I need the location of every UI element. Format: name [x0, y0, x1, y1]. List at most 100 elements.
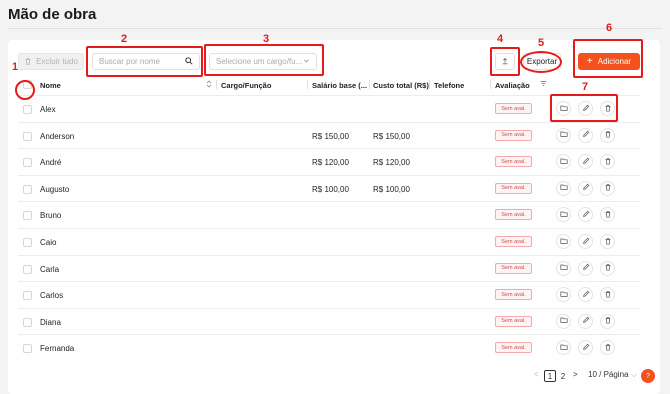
delete-button[interactable] — [600, 127, 615, 143]
edit-button[interactable] — [578, 340, 593, 356]
row-name: Carlos — [40, 291, 64, 301]
delete-button[interactable] — [600, 260, 615, 276]
row-cost: R$ 100,00 — [373, 184, 410, 194]
edit-button[interactable] — [578, 287, 593, 303]
pencil-icon — [582, 130, 590, 140]
delete-button[interactable] — [600, 234, 615, 249]
row-checkbox[interactable] — [23, 131, 32, 141]
row-checkbox[interactable] — [23, 317, 32, 327]
table-row[interactable]: Carlos Sem aval. — [18, 281, 640, 307]
delete-button[interactable] — [600, 101, 615, 116]
delete-button[interactable] — [600, 287, 615, 303]
row-checkbox[interactable] — [23, 291, 32, 301]
delete-button[interactable] — [600, 313, 615, 329]
export-button[interactable]: Exportar — [523, 53, 561, 70]
row-checkbox[interactable] — [23, 184, 32, 194]
table-row[interactable]: Diana Sem aval. — [18, 307, 640, 334]
row-salary: R$ 150,00 — [312, 131, 349, 141]
trash-icon — [604, 263, 612, 273]
help-fab-button[interactable]: ? — [641, 369, 655, 383]
trash-icon — [604, 237, 612, 247]
edit-button[interactable] — [578, 207, 593, 223]
edit-button[interactable] — [578, 127, 593, 143]
chevron-down-icon: ⌵ — [630, 370, 637, 379]
folder-button[interactable] — [556, 154, 571, 170]
next-page-button[interactable]: > — [573, 370, 578, 379]
column-header-name[interactable]: Nome — [40, 81, 61, 90]
row-checkbox[interactable] — [23, 158, 32, 168]
folder-button[interactable] — [556, 313, 571, 329]
row-checkbox[interactable] — [23, 105, 32, 114]
row-checkbox[interactable] — [23, 211, 32, 221]
filter-icon[interactable] — [540, 80, 547, 89]
header-checkbox[interactable] — [23, 80, 32, 89]
table-row[interactable]: Carla Sem aval. — [18, 254, 640, 281]
table-row[interactable]: Anderson R$ 150,00 R$ 150,00 Sem aval. — [18, 121, 640, 148]
page-size-select[interactable]: 10 / Página ⌵ — [588, 370, 637, 380]
delete-button[interactable] — [600, 340, 615, 356]
folder-button[interactable] — [556, 127, 571, 143]
delete-all-button[interactable]: Excluir tudo — [18, 53, 84, 70]
folder-button[interactable] — [556, 340, 571, 356]
annotation-number-6: 6 — [606, 22, 613, 34]
table-row[interactable]: Caio Sem aval. — [18, 228, 640, 254]
edit-button[interactable] — [578, 313, 593, 329]
delete-button[interactable] — [600, 207, 615, 223]
column-separator — [429, 80, 430, 89]
edit-button[interactable] — [578, 154, 593, 170]
row-name: Diana — [40, 317, 61, 327]
row-checkbox[interactable] — [23, 238, 32, 247]
title-divider — [8, 28, 662, 29]
delete-button[interactable] — [600, 180, 615, 196]
sort-icon[interactable] — [206, 79, 212, 91]
annotation-number-7: 7 — [582, 81, 589, 93]
pencil-icon — [582, 316, 590, 326]
folder-button[interactable] — [556, 101, 571, 116]
column-separator — [216, 80, 217, 89]
row-salary: R$ 100,00 — [312, 184, 349, 194]
trash-icon — [604, 316, 612, 326]
table-row[interactable]: Bruno Sem aval. — [18, 201, 640, 227]
page-1-button[interactable]: 1 — [544, 370, 556, 382]
role-select[interactable]: Selecione um cargo/fu... — [209, 53, 317, 70]
add-button[interactable]: + Adicionar — [578, 53, 640, 70]
column-header-rating[interactable]: Avaliação — [495, 81, 530, 90]
folder-button[interactable] — [556, 234, 571, 249]
table-row[interactable]: Augusto R$ 100,00 R$ 100,00 Sem aval. — [18, 174, 640, 201]
row-checkbox[interactable] — [23, 264, 32, 274]
upload-button[interactable] — [495, 53, 515, 70]
row-name: Augusto — [40, 184, 70, 194]
table-row[interactable]: André R$ 120,00 R$ 120,00 Sem aval. — [18, 148, 640, 174]
edit-button[interactable] — [578, 234, 593, 249]
page-2-button[interactable]: 2 — [557, 370, 569, 382]
row-checkbox[interactable] — [23, 344, 32, 354]
column-separator — [490, 80, 491, 89]
edit-button[interactable] — [578, 260, 593, 276]
table-row[interactable]: Fernanda Sem aval. — [18, 334, 640, 360]
trash-icon — [604, 157, 612, 167]
delete-button[interactable] — [600, 154, 615, 170]
edit-button[interactable] — [578, 101, 593, 116]
folder-button[interactable] — [556, 260, 571, 276]
folder-button[interactable] — [556, 287, 571, 303]
row-name: Bruno — [40, 211, 62, 221]
pencil-icon — [582, 290, 590, 300]
row-name: Anderson — [40, 131, 75, 141]
folder-button[interactable] — [556, 207, 571, 223]
search-input[interactable]: Buscar por nome — [92, 53, 200, 70]
pencil-icon — [582, 104, 590, 114]
prev-page-button[interactable]: < — [534, 370, 539, 379]
folder-button[interactable] — [556, 180, 571, 196]
plus-icon: + — [586, 55, 593, 67]
search-placeholder: Buscar por nome — [99, 57, 160, 66]
row-name: Carla — [40, 264, 60, 274]
trash-icon — [604, 130, 612, 140]
column-header-salary[interactable]: Salário base (... — [312, 81, 367, 90]
column-header-role[interactable]: Cargo/Função — [221, 81, 271, 90]
table-row[interactable]: Alex Sem aval. — [18, 95, 640, 121]
folder-icon — [559, 263, 568, 273]
edit-button[interactable] — [578, 180, 593, 196]
trash-icon — [604, 104, 612, 114]
column-header-phone[interactable]: Telefone — [434, 81, 464, 90]
column-header-cost[interactable]: Custo total (R$) — [373, 81, 429, 90]
